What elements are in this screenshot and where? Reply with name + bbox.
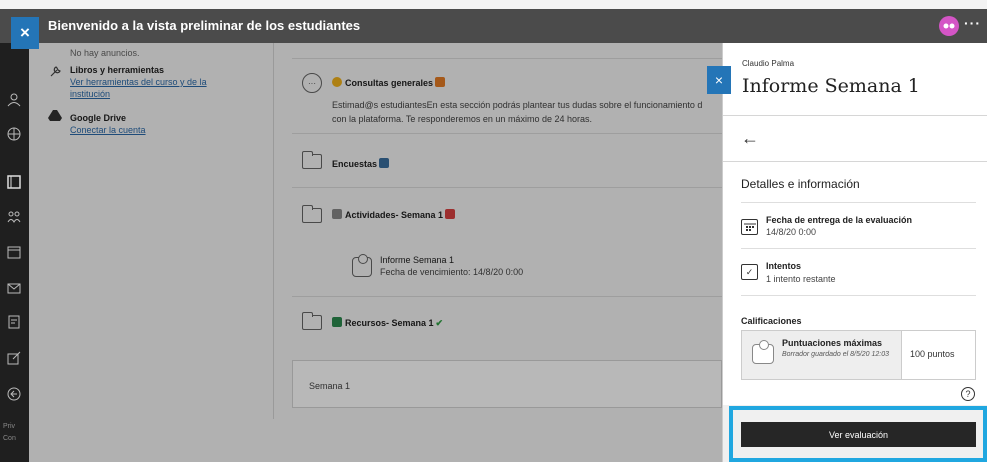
details-heading: Detalles e información xyxy=(741,177,860,191)
divider xyxy=(741,248,976,249)
modal-backdrop xyxy=(29,43,729,462)
grade-summary: Puntuaciones máximas Borrador guardado e… xyxy=(742,331,902,379)
edit-icon[interactable] xyxy=(5,349,23,367)
back-arrow-icon[interactable]: ← xyxy=(741,128,759,149)
calendar-icon xyxy=(741,219,758,235)
student-preview-banner: Bienvenido a la vista preliminar de los … xyxy=(0,9,987,43)
preview-title: Bienvenido a la vista preliminar de los … xyxy=(48,18,361,33)
more-options-icon[interactable]: ··· xyxy=(964,15,981,31)
navigation-rail: Priv Con xyxy=(0,43,29,462)
points-value: 100 puntos xyxy=(910,349,955,359)
panel-user-name: Claudio Palma xyxy=(742,59,795,68)
avatar[interactable] xyxy=(939,16,959,36)
divider xyxy=(741,295,976,296)
grades-icon[interactable] xyxy=(5,313,23,331)
person-icon[interactable] xyxy=(5,91,23,109)
draft-note: Borrador guardado el 8/5/20 12:03 xyxy=(782,351,890,358)
close-preview-button[interactable]: × xyxy=(11,17,39,49)
due-date-value: 14/8/20 0:00 xyxy=(766,227,817,237)
courses-icon[interactable] xyxy=(5,173,23,191)
details-panel: Claudio Palma Informe Semana 1 ← Detalle… xyxy=(722,43,987,462)
assignment-icon xyxy=(752,340,774,364)
max-scores-label: Puntuaciones máximas xyxy=(782,338,883,348)
help-icon[interactable]: ? xyxy=(961,387,975,401)
messages-icon[interactable] xyxy=(5,279,23,297)
calendar-icon[interactable] xyxy=(5,243,23,261)
attempts-value: 1 intento restante xyxy=(766,274,836,284)
grades-heading: Calificaciones xyxy=(741,316,802,326)
screen: No hay anuncios. Libros y herramientas V… xyxy=(0,0,987,462)
panel-title: Informe Semana 1 xyxy=(742,75,920,97)
due-date-label: Fecha de entrega de la evaluación xyxy=(766,215,913,225)
divider xyxy=(723,115,987,116)
close-panel-button[interactable]: × xyxy=(707,66,731,94)
divider xyxy=(723,161,987,162)
terms-link[interactable]: Con xyxy=(3,435,16,442)
grade-card: Puntuaciones máximas Borrador guardado e… xyxy=(741,330,976,380)
privacy-link[interactable]: Priv xyxy=(3,423,15,430)
checkbox-icon: ✓ xyxy=(741,264,758,280)
sign-out-icon[interactable] xyxy=(5,385,23,403)
attempts-label: Intentos xyxy=(766,261,801,271)
view-assessment-button[interactable]: Ver evaluación xyxy=(741,422,976,447)
divider xyxy=(741,202,976,203)
globe-icon[interactable] xyxy=(5,125,23,143)
organizations-icon[interactable] xyxy=(5,208,23,226)
